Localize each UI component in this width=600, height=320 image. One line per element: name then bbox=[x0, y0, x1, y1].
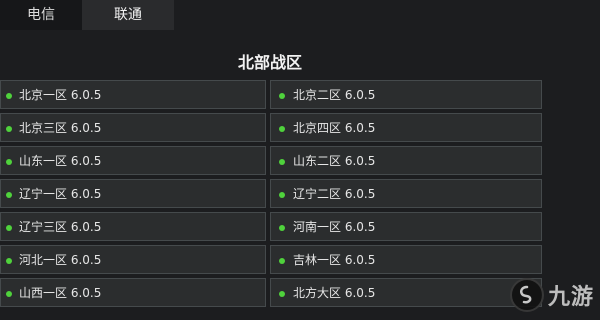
server-list: 北京一区 6.0.5 北京二区 6.0.5 北京三区 6.0.5 北京四区 6.… bbox=[0, 80, 544, 307]
server-item[interactable]: 山西一区 6.0.5 bbox=[0, 278, 266, 307]
server-item[interactable]: 北京一区 6.0.5 bbox=[0, 80, 266, 109]
status-dot-icon bbox=[279, 258, 285, 264]
watermark-text: 九游 bbox=[547, 285, 594, 310]
carrier-tabs: 电信 联通 bbox=[0, 0, 174, 30]
server-name: 河南一区 6.0.5 bbox=[293, 220, 376, 234]
status-dot-icon bbox=[279, 225, 285, 231]
server-name: 河北一区 6.0.5 bbox=[19, 253, 102, 267]
server-item[interactable]: 辽宁三区 6.0.5 bbox=[0, 212, 266, 241]
server-item[interactable]: 北京二区 6.0.5 bbox=[270, 80, 542, 109]
status-dot-icon bbox=[6, 225, 12, 231]
tab-unicom[interactable]: 联通 bbox=[82, 0, 174, 30]
server-name: 北京四区 6.0.5 bbox=[293, 121, 376, 135]
status-dot-icon bbox=[6, 126, 12, 132]
server-item[interactable]: 山东一区 6.0.5 bbox=[0, 146, 266, 175]
status-dot-icon bbox=[279, 192, 285, 198]
server-item[interactable]: 北方大区 6.0.5 bbox=[270, 278, 542, 307]
status-dot-icon bbox=[279, 93, 285, 99]
status-dot-icon bbox=[6, 291, 12, 297]
server-item[interactable]: 河南一区 6.0.5 bbox=[270, 212, 542, 241]
server-item[interactable]: 北京四区 6.0.5 bbox=[270, 113, 542, 142]
server-name: 北京一区 6.0.5 bbox=[19, 88, 102, 102]
server-name: 北方大区 6.0.5 bbox=[293, 286, 376, 300]
server-item[interactable]: 辽宁二区 6.0.5 bbox=[270, 179, 542, 208]
jiuyou-logo-icon bbox=[509, 278, 544, 312]
status-dot-icon bbox=[6, 93, 12, 99]
server-name: 山东二区 6.0.5 bbox=[293, 154, 376, 168]
server-name: 北京二区 6.0.5 bbox=[293, 88, 376, 102]
server-item[interactable]: 吉林一区 6.0.5 bbox=[270, 245, 542, 274]
section-title: 北部战区 bbox=[237, 53, 302, 72]
server-name: 吉林一区 6.0.5 bbox=[293, 253, 376, 267]
status-dot-icon bbox=[6, 159, 12, 165]
watermark: 九游 bbox=[509, 278, 594, 312]
server-name: 辽宁二区 6.0.5 bbox=[293, 187, 376, 201]
status-dot-icon bbox=[6, 192, 12, 198]
status-dot-icon bbox=[279, 159, 285, 165]
server-name: 山西一区 6.0.5 bbox=[19, 286, 102, 300]
server-item[interactable]: 河北一区 6.0.5 bbox=[0, 245, 266, 274]
server-name: 北京三区 6.0.5 bbox=[19, 121, 102, 135]
status-dot-icon bbox=[279, 126, 285, 132]
status-dot-icon bbox=[6, 258, 12, 264]
server-name: 辽宁一区 6.0.5 bbox=[19, 187, 102, 201]
server-item[interactable]: 山东二区 6.0.5 bbox=[270, 146, 542, 175]
server-item[interactable]: 辽宁一区 6.0.5 bbox=[0, 179, 266, 208]
server-item[interactable]: 北京三区 6.0.5 bbox=[0, 113, 266, 142]
server-name: 山东一区 6.0.5 bbox=[19, 154, 102, 168]
status-dot-icon bbox=[279, 291, 285, 297]
tab-telecom[interactable]: 电信 bbox=[0, 0, 82, 30]
server-name: 辽宁三区 6.0.5 bbox=[19, 220, 102, 234]
